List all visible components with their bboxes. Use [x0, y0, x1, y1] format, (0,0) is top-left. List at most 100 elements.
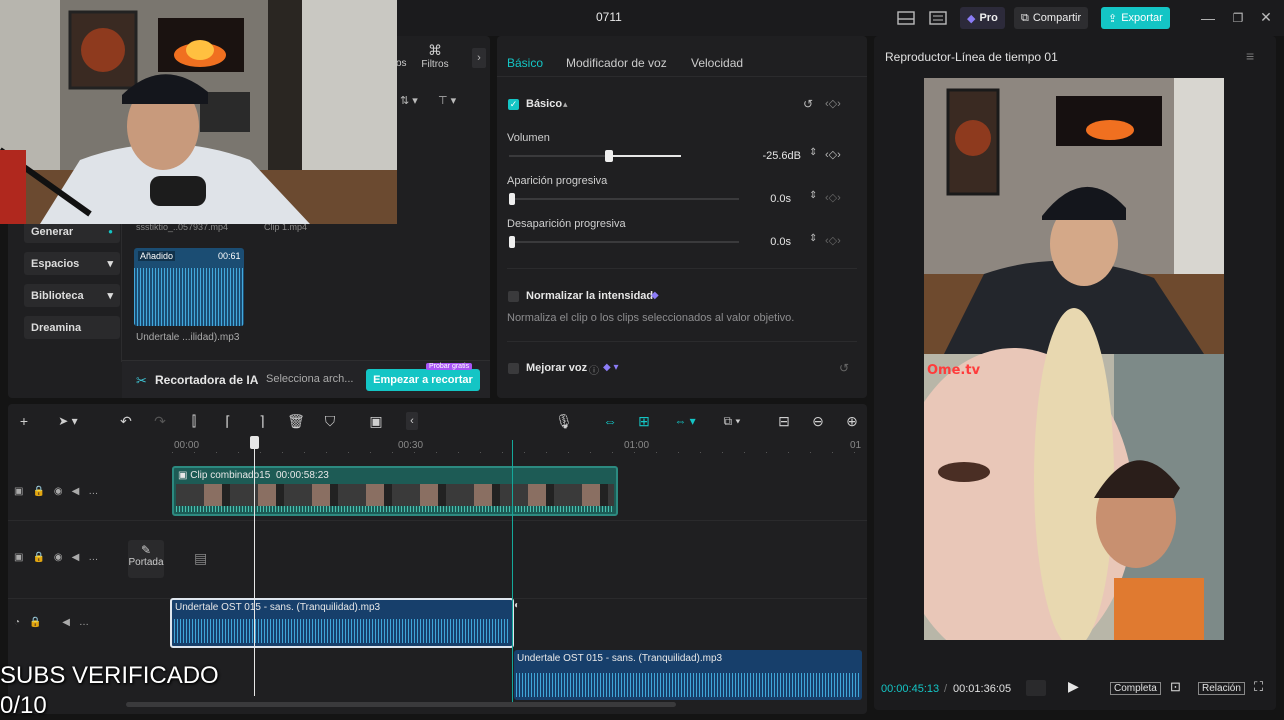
video-preview[interactable]: Ome.tv [924, 78, 1224, 640]
close-icon[interactable]: ✕ [1258, 9, 1274, 25]
layout-icon[interactable] [896, 10, 916, 26]
delete-icon[interactable]: 🗑 [286, 412, 306, 430]
timeline-scrollbar[interactable] [126, 702, 676, 707]
reset-icon[interactable]: ↺ [803, 97, 813, 111]
minimize-icon[interactable]: — [1200, 10, 1216, 26]
keyframe-icon[interactable]: ‹◇› [825, 191, 841, 204]
trim-left-icon[interactable]: ⌈ [218, 412, 238, 430]
sort-icon[interactable]: ⇅ ▾ [400, 94, 418, 107]
playhead[interactable] [254, 440, 255, 696]
zoom-in-icon[interactable]: ⊕ [842, 412, 862, 430]
volume-fill [609, 155, 681, 157]
audio-track-controls[interactable]: ◔🔒 ◀… [14, 617, 98, 628]
stepper-icon[interactable]: ⇕ [809, 233, 817, 244]
redo-icon[interactable]: ↷ [150, 412, 170, 430]
microphone-icon[interactable]: 🎙 [554, 412, 574, 430]
keyframe-icon[interactable]: ‹◇› [825, 148, 841, 161]
stepper-icon[interactable]: ⇕ [809, 147, 817, 158]
normalize-description: Normaliza el clip o los clips selecciona… [507, 312, 795, 324]
tab-filters[interactable]: ⌘ Filtros [420, 42, 450, 70]
undo-icon[interactable]: ↶ [116, 412, 136, 430]
tab-speed[interactable]: Velocidad [691, 56, 743, 70]
split-icon[interactable]: ⫿ [184, 412, 204, 430]
trim-right-icon[interactable]: ⌉ [252, 412, 272, 430]
fit-icon[interactable]: ⊡ [1170, 679, 1181, 695]
magnet-icon[interactable]: ⇔ ▾ [668, 412, 702, 430]
zoom-out-icon[interactable]: ⊖ [808, 412, 828, 430]
info-icon[interactable]: ⓘ [589, 362, 599, 377]
normalize-label: Normalizar la intensidad [526, 290, 654, 302]
start-cut-button[interactable]: Empezar a recortar [366, 369, 480, 391]
audio-clip-selected[interactable]: Undertale OST 015 - sans. (Tranquilidad)… [170, 598, 514, 648]
video-clip-title: Clip combinado15 [190, 470, 271, 481]
properties-panel: Básico Modificador de voz Velocidad ✓ Bá… [497, 36, 867, 398]
audio-clip[interactable]: Undertale OST 015 - sans. (Tranquilidad)… [514, 650, 862, 700]
basic-checkbox[interactable]: ✓ [508, 99, 519, 110]
chevron-down-icon: ▾ [107, 290, 113, 302]
pro-diamond-icon: ◆ ▾ [603, 362, 619, 373]
restore-icon[interactable]: ❐ [1230, 10, 1246, 26]
streamer-camera-image [0, 0, 397, 224]
keyframe-icon[interactable]: ‹◇› [825, 234, 841, 247]
pro-button[interactable]: ◆ Pro [960, 7, 1005, 29]
volume-value[interactable]: -25.6dB [741, 150, 801, 162]
sidebar-item-dreamina[interactable]: Dreamina [24, 316, 120, 339]
audio-asset-thumb[interactable]: Añadido 00:61 [134, 248, 244, 326]
select-tool-icon[interactable]: ➤ ▾ [50, 412, 86, 430]
sidebar-item-biblioteca[interactable]: Biblioteca ▾ [24, 284, 120, 307]
video-clip[interactable]: ▣ Clip combinado15 00:00:58:23 [172, 466, 618, 516]
fullscreen-icon[interactable]: ⛶ [1254, 679, 1263, 695]
export-button[interactable]: ⇪ Exportar [1101, 7, 1170, 29]
align-icon[interactable]: ⧉ ▾ [714, 412, 750, 430]
share-button[interactable]: ⧉ Compartir [1014, 7, 1089, 29]
fade-out-knob[interactable] [509, 236, 515, 248]
playhead-handle[interactable] [250, 436, 259, 449]
fade-in-knob[interactable] [509, 193, 515, 205]
fade-out-slider[interactable] [509, 236, 739, 248]
fade-in-label: Aparición progresiva [507, 175, 608, 187]
fade-out-value[interactable]: 0.0s [741, 236, 791, 248]
cover-button[interactable]: ✎ Portada [128, 540, 164, 578]
snap-icon[interactable]: ⊞ [634, 412, 654, 430]
volume-slider[interactable] [509, 150, 681, 162]
grid-icon[interactable] [1026, 680, 1046, 696]
tab-basico[interactable]: Básico [507, 56, 543, 70]
freeze-icon[interactable]: ▣ [366, 412, 386, 430]
play-icon[interactable]: ▶ [1068, 678, 1079, 695]
filters-icon: ⌘ [428, 42, 442, 58]
shortcuts-icon[interactable] [928, 10, 948, 26]
filter-icon[interactable]: ⊤ ▾ [438, 94, 456, 107]
reset-icon[interactable]: ↺ [839, 361, 849, 375]
share-icon: ⧉ [1021, 11, 1029, 24]
normalize-checkbox[interactable] [508, 291, 519, 302]
full-quality-button[interactable]: Completa [1110, 682, 1161, 695]
video-track-controls[interactable]: ▣🔒◉◀… [14, 486, 107, 497]
add-icon[interactable]: + [14, 412, 34, 430]
preview-axis-icon[interactable]: ⊟ [774, 412, 794, 430]
chevron-up-icon[interactable]: ▴ [563, 99, 568, 110]
ratio-button[interactable]: Relación [1198, 682, 1245, 695]
tabs-next-icon[interactable]: › [472, 48, 486, 68]
tab-partial[interactable]: os [396, 58, 407, 69]
section-basic-label: Básico [526, 98, 563, 110]
new-dot-icon: ● [108, 227, 113, 236]
fade-in-slider[interactable] [509, 193, 739, 205]
shield-icon[interactable]: ⛉ [320, 412, 340, 430]
link-icon[interactable]: ⇔ [600, 412, 620, 430]
divider [507, 341, 857, 342]
pro-label: Pro [979, 12, 998, 24]
volume-keyframe-icon[interactable]: ◐ [514, 600, 520, 611]
enhance-voice-checkbox[interactable] [508, 363, 519, 374]
volume-knob[interactable] [605, 150, 613, 162]
track-2-controls[interactable]: ▣🔒◉◀… [14, 552, 107, 563]
keyframe-icon[interactable]: ‹◇› [825, 97, 841, 110]
stepper-icon[interactable]: ⇕ [809, 190, 817, 201]
chevron-down-icon: ▾ [107, 258, 113, 270]
diamond-icon: ◆ [967, 12, 976, 25]
select-file-field[interactable]: Selecciona arch... [266, 373, 353, 385]
collapse-icon[interactable]: ‹ [406, 412, 418, 430]
fade-in-value[interactable]: 0.0s [741, 193, 791, 205]
tab-voice-modifier[interactable]: Modificador de voz [566, 56, 667, 70]
sidebar-item-espacios[interactable]: Espacios ▾ [24, 252, 120, 275]
menu-icon[interactable]: ≡ [1246, 48, 1254, 64]
